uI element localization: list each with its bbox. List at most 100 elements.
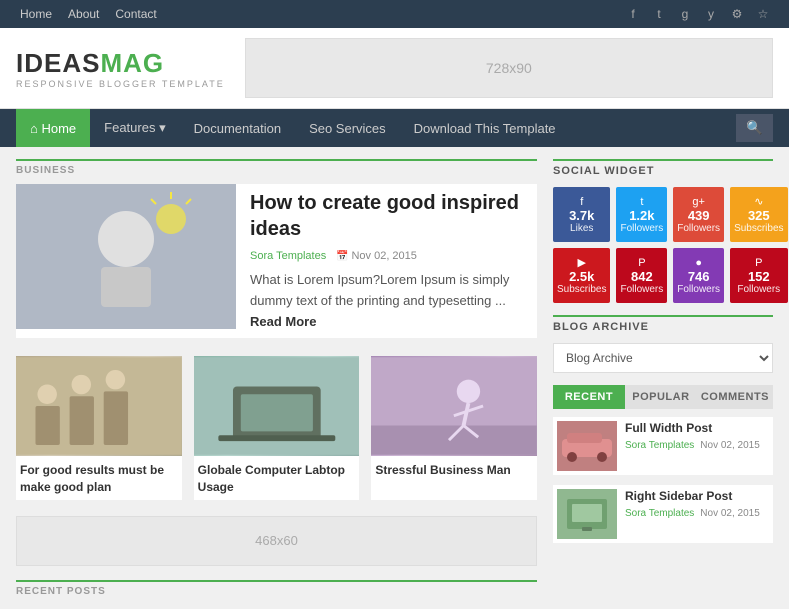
instagram-icon-social: ●: [695, 257, 702, 269]
fb-count: 3.7k: [569, 208, 594, 223]
googleplus-icon-social: g+: [692, 196, 705, 208]
tab-popular[interactable]: POPULAR: [625, 385, 697, 409]
top-nav: Home About Contact f t g y ⚙ ☆: [0, 0, 789, 28]
rss-count: 325: [748, 208, 770, 223]
recent-posts-label: RECENT POSTS: [16, 580, 537, 597]
recent-post-meta-2: Sora Templates Nov 02, 2015: [625, 508, 769, 519]
nav-download-template[interactable]: Download This Template: [400, 109, 570, 147]
post-meta: Sora Templates Nov 02, 2015: [250, 250, 537, 262]
recent-post-body-2: Right Sidebar Post Sora Templates Nov 02…: [625, 489, 769, 539]
nav-contact[interactable]: Contact: [111, 0, 160, 28]
recent-post-title-1[interactable]: Full Width Post: [625, 421, 769, 437]
sidebar: SOCIAL WIDGET f 3.7k Likes t 1.2k Follow…: [553, 159, 773, 597]
yt-label: Subscribes: [557, 284, 606, 295]
grid-image-3-svg: [371, 356, 537, 456]
rp-author-1: Sora Templates: [625, 440, 694, 451]
social-rss[interactable]: ∿ 325 Subscribes: [730, 187, 787, 242]
social-googleplus[interactable]: g+ 439 Followers: [673, 187, 724, 242]
post-excerpt: What is Lorem Ipsum?Lorem Ipsum is simpl…: [250, 270, 537, 332]
social-pinterest2[interactable]: P 152 Followers: [730, 248, 787, 303]
rp-image-1-svg: [557, 421, 617, 471]
top-nav-icons: f t g y ⚙ ☆: [623, 4, 773, 24]
featured-post-body: How to create good inspired ideas Sora T…: [250, 184, 537, 338]
post-date: Nov 02, 2015: [336, 250, 417, 262]
blog-archive: BLOG ARCHIVE Blog Archive: [553, 315, 773, 373]
pt-count: 152: [748, 269, 770, 284]
nav-documentation[interactable]: Documentation: [180, 109, 295, 147]
recent-post-meta-1: Sora Templates Nov 02, 2015: [625, 440, 769, 451]
logo-sub: RESPONSIVE BLOGGER TEMPLATE: [16, 79, 225, 89]
tw-label: Followers: [620, 223, 663, 234]
featured-image-svg: [16, 184, 236, 329]
social-pinterest[interactable]: P 842 Followers: [616, 248, 667, 303]
pi-label: Followers: [620, 284, 663, 295]
grid-post-title-2[interactable]: Globale Computer Labtop Usage: [194, 456, 360, 500]
settings-icon[interactable]: ⚙: [727, 4, 747, 24]
social-instagram[interactable]: ● 746 Followers: [673, 248, 724, 303]
gp-count: 439: [688, 208, 710, 223]
top-nav-links: Home About Contact: [16, 0, 161, 28]
recent-post-2: Right Sidebar Post Sora Templates Nov 02…: [553, 485, 773, 543]
read-more-link[interactable]: Read More: [250, 314, 316, 329]
grid-post-image-1[interactable]: [16, 356, 182, 456]
social-facebook[interactable]: f 3.7k Likes: [553, 187, 610, 242]
recent-post-image-2[interactable]: [557, 489, 617, 539]
grid-post-title-1[interactable]: For good results must be make good plan: [16, 456, 182, 500]
main-content: BUSINESS How to create good inspired ide…: [16, 159, 537, 597]
social-widget-title: SOCIAL WIDGET: [553, 159, 773, 177]
recent-post-title-2[interactable]: Right Sidebar Post: [625, 489, 769, 505]
main-nav-links: ⌂ Home Features ▾ Documentation Seo Serv…: [16, 109, 736, 147]
pinterest2-icon-social: P: [755, 257, 762, 269]
gp-label: Followers: [677, 223, 720, 234]
globe-icon[interactable]: ☆: [753, 4, 773, 24]
main-nav: ⌂ Home Features ▾ Documentation Seo Serv…: [0, 109, 789, 147]
grid-image-2-svg: [194, 356, 360, 456]
logo-mag: MAG: [100, 48, 164, 78]
page-container: BUSINESS How to create good inspired ide…: [0, 147, 789, 609]
grid-posts: For good results must be make good plan …: [16, 356, 537, 500]
grid-image-1-svg: [16, 356, 182, 456]
facebook-icon[interactable]: f: [623, 4, 643, 24]
featured-post-image[interactable]: [16, 184, 236, 329]
twitter-icon-social: t: [640, 196, 643, 208]
site-logo[interactable]: IDEASMAG RESPONSIVE BLOGGER TEMPLATE: [16, 48, 225, 89]
featured-post: How to create good inspired ideas Sora T…: [16, 184, 537, 338]
youtube-icon-social: ▶: [578, 256, 586, 269]
recent-post-1: Full Width Post Sora Templates Nov 02, 2…: [553, 417, 773, 475]
ig-label: Followers: [677, 284, 720, 295]
recent-post-image-1[interactable]: [557, 421, 617, 471]
fb-label: Likes: [570, 223, 593, 234]
ig-count: 746: [688, 269, 710, 284]
featured-post-title[interactable]: How to create good inspired ideas: [250, 190, 537, 242]
nav-about[interactable]: About: [64, 0, 103, 28]
grid-post-title-3[interactable]: Stressful Business Man: [371, 456, 537, 483]
rss-icon-social: ∿: [754, 195, 763, 208]
post-author: Sora Templates: [250, 250, 326, 262]
yt-count: 2.5k: [569, 269, 594, 284]
social-grid: f 3.7k Likes t 1.2k Followers g+ 439 Fol…: [553, 187, 773, 303]
site-header: IDEASMAG RESPONSIVE BLOGGER TEMPLATE 728…: [0, 28, 789, 109]
social-youtube[interactable]: ▶ 2.5k Subscribes: [553, 248, 610, 303]
nav-home-main[interactable]: ⌂ Home: [16, 109, 90, 147]
youtube-icon[interactable]: y: [701, 4, 721, 24]
googleplus-icon[interactable]: g: [675, 4, 695, 24]
grid-post-3: Stressful Business Man: [371, 356, 537, 500]
ad-banner-2: 468x60: [16, 516, 537, 566]
nav-seo-services[interactable]: Seo Services: [295, 109, 400, 147]
rp-date-1: Nov 02, 2015: [700, 440, 760, 451]
logo-ideas: IDEAS: [16, 48, 100, 78]
pi-count: 842: [631, 269, 653, 284]
blog-archive-select[interactable]: Blog Archive: [553, 343, 773, 373]
social-twitter[interactable]: t 1.2k Followers: [616, 187, 667, 242]
recent-post-body-1: Full Width Post Sora Templates Nov 02, 2…: [625, 421, 769, 471]
nav-home[interactable]: Home: [16, 0, 56, 28]
tab-recent[interactable]: RECENT: [553, 385, 625, 409]
sidebar-tabs: RECENT POPULAR COMMENTS: [553, 385, 773, 409]
tw-count: 1.2k: [629, 208, 654, 223]
nav-features[interactable]: Features ▾: [90, 109, 179, 147]
search-button[interactable]: 🔍: [736, 114, 773, 142]
twitter-icon[interactable]: t: [649, 4, 669, 24]
tab-comments[interactable]: COMMENTS: [697, 385, 773, 409]
grid-post-image-3[interactable]: [371, 356, 537, 456]
grid-post-image-2[interactable]: [194, 356, 360, 456]
